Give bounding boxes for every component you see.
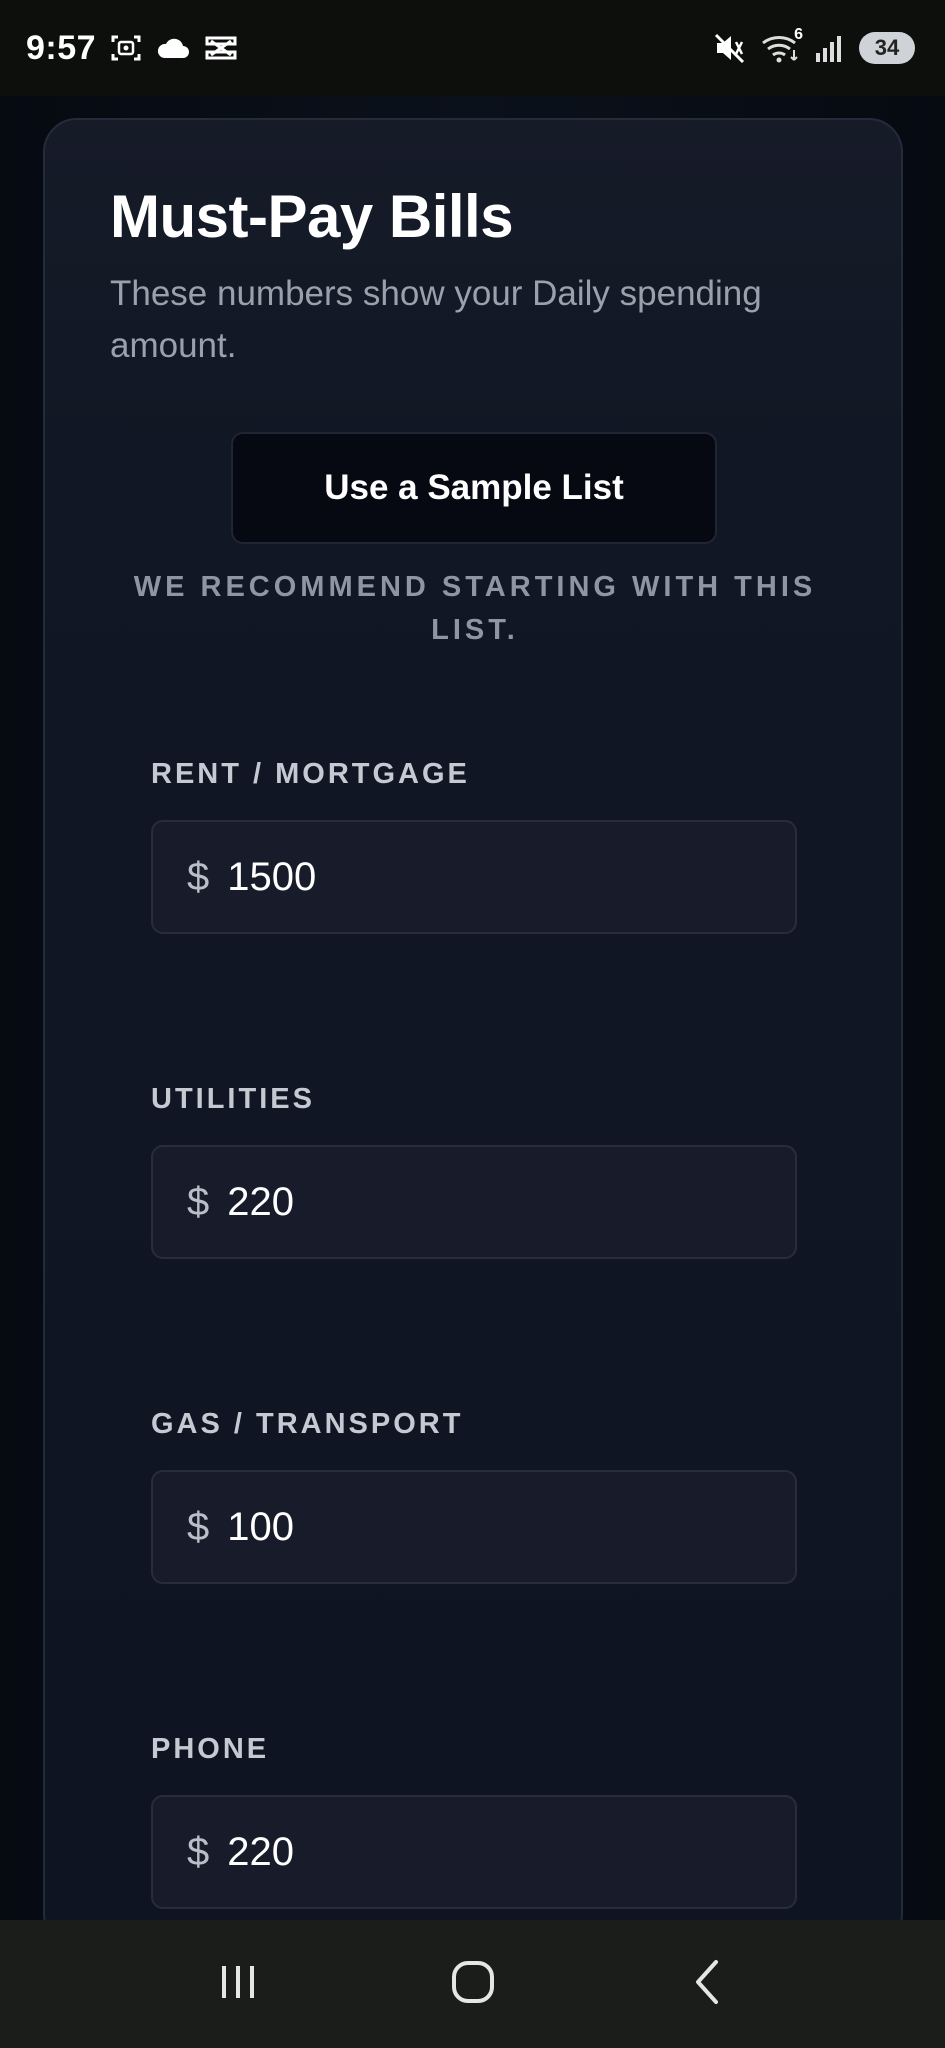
back-button[interactable] — [663, 1939, 753, 2029]
dollar-icon: $ — [187, 854, 210, 899]
rent-mortgage-input[interactable]: $ 1500 — [151, 820, 797, 934]
battery-indicator: 34 — [859, 32, 915, 64]
back-icon — [688, 1958, 728, 2011]
page-title: Must-Pay Bills — [110, 183, 514, 250]
recommend-note: WE RECOMMEND STARTING WITH THIS LIST. — [133, 571, 817, 646]
cloud-icon — [156, 36, 190, 60]
gas-transport-input[interactable]: $ 100 — [151, 1470, 797, 1584]
mute-icon — [713, 32, 747, 64]
home-button[interactable] — [428, 1939, 518, 2029]
use-sample-list-button[interactable]: Use a Sample List — [231, 432, 717, 544]
home-icon — [449, 1958, 497, 2011]
gas-transport-label: GAS / TRANSPORT — [151, 1408, 464, 1440]
page-subtitle: These numbers show your Daily spending a… — [110, 274, 762, 365]
gas-transport-value[interactable]: 100 — [227, 1505, 294, 1550]
dollar-icon: $ — [187, 1179, 210, 1224]
recents-button[interactable] — [193, 1939, 283, 2029]
bills-card: Must-Pay Bills These numbers show your D… — [43, 118, 903, 1948]
utilities-label: UTILITIES — [151, 1083, 315, 1115]
phone-value[interactable]: 220 — [227, 1830, 294, 1875]
wifi-badge: 6 — [794, 26, 803, 43]
wifi-icon: 6 — [761, 26, 803, 64]
status-bar: 9:57 6 34 — [0, 0, 945, 96]
dollar-icon: $ — [187, 1829, 210, 1874]
screenshot-icon — [110, 32, 142, 64]
phone-input[interactable]: $ 220 — [151, 1795, 797, 1909]
capcut-icon — [204, 34, 238, 62]
utilities-value[interactable]: 220 — [227, 1180, 294, 1225]
rent-mortgage-value[interactable]: 1500 — [227, 855, 316, 900]
phone-label: PHONE — [151, 1733, 270, 1765]
navigation-bar — [0, 1920, 945, 2048]
signal-icon — [815, 33, 845, 63]
rent-mortgage-label: RENT / MORTGAGE — [151, 758, 470, 790]
status-time: 9:57 — [26, 28, 97, 67]
dollar-icon: $ — [187, 1504, 210, 1549]
recents-icon — [216, 1960, 260, 2009]
utilities-input[interactable]: $ 220 — [151, 1145, 797, 1259]
